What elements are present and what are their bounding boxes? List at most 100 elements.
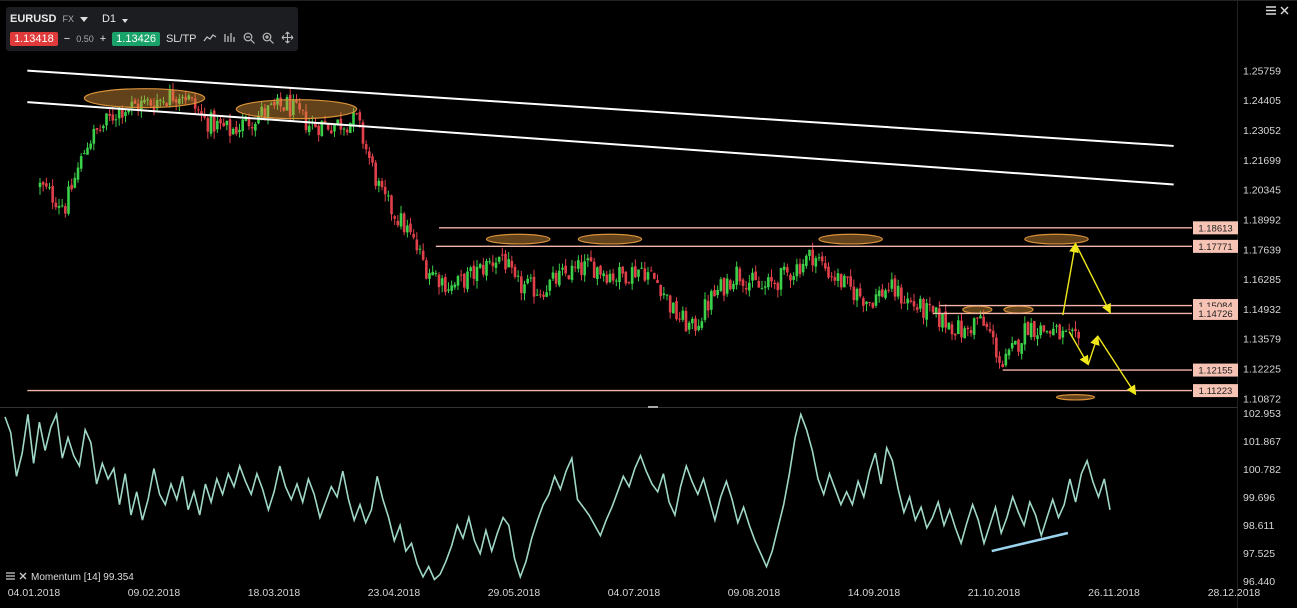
- candle-body: [51, 185, 54, 203]
- candle-body: [238, 129, 241, 133]
- pane-resize-handle[interactable]: [648, 406, 658, 408]
- candle-body: [450, 285, 453, 291]
- price-tick-label: 1.20345: [1243, 185, 1281, 197]
- buy-price-button[interactable]: 1.13426: [112, 32, 160, 46]
- candle-body: [979, 315, 982, 319]
- candle-body: [79, 156, 83, 169]
- symbol-name[interactable]: EURUSD: [10, 13, 56, 25]
- candle-body: [393, 216, 396, 219]
- candle-body: [507, 259, 510, 268]
- candle-body: [548, 279, 552, 291]
- candle-body: [852, 286, 856, 301]
- candle-body: [561, 267, 564, 270]
- line-chart-icon[interactable]: [202, 32, 217, 47]
- close-icon[interactable]: [19, 572, 27, 583]
- candle-body: [884, 290, 887, 298]
- candle-body: [697, 325, 700, 331]
- candle-body: [618, 267, 621, 283]
- zoom-in-icon[interactable]: [262, 32, 275, 47]
- sell-price-button[interactable]: 1.13418: [10, 32, 58, 46]
- candle-body: [735, 266, 738, 285]
- move-icon[interactable]: [281, 31, 294, 47]
- candle-body: [656, 280, 659, 284]
- candle-body: [409, 223, 412, 233]
- candle-body: [235, 127, 238, 134]
- zoom-out-icon[interactable]: [243, 32, 256, 47]
- candle-body: [1064, 330, 1068, 332]
- candle-body: [437, 274, 441, 288]
- menu-icon[interactable]: [6, 572, 15, 583]
- momentum-tick-label: 99.696: [1243, 492, 1275, 504]
- candle-body: [713, 290, 716, 297]
- candle-body: [770, 276, 773, 282]
- candle-body: [757, 281, 761, 288]
- sl-tp-button[interactable]: SL/TP: [166, 33, 197, 45]
- candle-body: [684, 310, 688, 332]
- candle-body: [596, 267, 599, 280]
- level-label: 1.17771: [1198, 242, 1232, 253]
- candlestick-series: [38, 82, 1080, 369]
- candle-body: [919, 298, 922, 309]
- candle-body: [599, 265, 602, 275]
- candle-body: [586, 258, 590, 261]
- candle-body: [418, 248, 422, 250]
- minus-icon: −: [63, 33, 71, 45]
- trendline: [27, 101, 1174, 186]
- momentum-tick-label: 100.782: [1243, 464, 1281, 476]
- candle-body: [374, 162, 377, 186]
- close-icon[interactable]: [1280, 6, 1289, 18]
- candle-body: [653, 272, 656, 279]
- candle-body: [1004, 353, 1008, 366]
- candle-body: [1071, 329, 1074, 331]
- candle-body: [706, 300, 710, 311]
- candle-body: [991, 330, 995, 338]
- momentum-indicator: [4, 411, 1111, 581]
- candle-body: [567, 275, 571, 280]
- candle-body: [212, 110, 216, 132]
- indicators-icon[interactable]: [223, 32, 237, 47]
- price-tick-label: 1.25759: [1243, 65, 1281, 77]
- candle-body: [1014, 340, 1017, 345]
- candle-body: [732, 283, 735, 290]
- candle-body: [583, 261, 586, 276]
- candle-body: [317, 125, 320, 136]
- menu-icon[interactable]: [1266, 6, 1276, 18]
- grid: [0, 0, 1297, 608]
- candle-body: [896, 285, 900, 297]
- date-tick-label: 04.07.2018: [608, 587, 661, 599]
- candle-body: [577, 260, 580, 269]
- plus-icon: +: [99, 33, 107, 45]
- candle-body: [767, 277, 770, 288]
- timeframe-selector[interactable]: D1: [102, 13, 116, 25]
- candle-body: [1074, 328, 1077, 332]
- candle-body: [1055, 325, 1058, 327]
- candle-body: [421, 250, 425, 260]
- candle-body: [532, 276, 536, 297]
- candle-body: [387, 195, 390, 197]
- chevron-down-icon[interactable]: [122, 19, 129, 23]
- candle-body: [453, 284, 457, 288]
- candle-body: [225, 120, 229, 126]
- candle-body: [1023, 323, 1027, 345]
- price-tick-label: 1.16285: [1243, 274, 1281, 286]
- candle-body: [703, 299, 707, 320]
- candle-body: [250, 126, 254, 129]
- candle-body: [605, 274, 609, 283]
- chart-window: 1.18613 1.17771 1.15084 1.14726 1.12155 1.112…: [0, 0, 1297, 608]
- candle-body: [630, 267, 634, 284]
- chevron-down-icon[interactable]: [79, 16, 88, 22]
- candle-body: [425, 260, 428, 279]
- projection-arrow: [1062, 242, 1079, 316]
- candle-body: [41, 182, 45, 185]
- level-label: 1.18613: [1198, 223, 1232, 234]
- candle-body: [1061, 330, 1065, 338]
- candle-body: [1077, 331, 1080, 339]
- price-tick-label: 1.14932: [1243, 304, 1281, 316]
- candle-body: [814, 258, 818, 267]
- projection-arrow: [1074, 243, 1111, 314]
- candle-body: [748, 282, 751, 291]
- date-tick-label: 18.03.2018: [248, 587, 301, 599]
- candle-body: [231, 128, 235, 135]
- highlight-ellipse: [83, 88, 206, 109]
- candle-body: [779, 268, 783, 290]
